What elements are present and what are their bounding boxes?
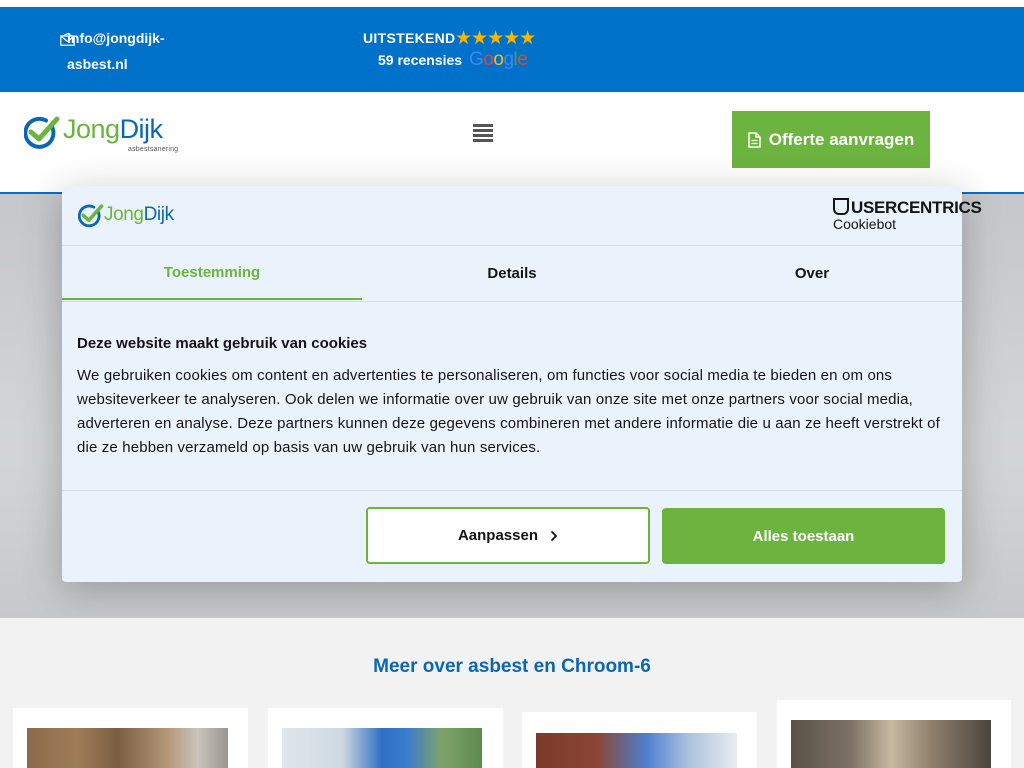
cookie-dialog-text: We gebruiken cookies om content en adver… (77, 367, 940, 456)
dialog-logo-wordmark: JongDijk (104, 204, 174, 225)
rating-label: UITSTEKEND (363, 30, 456, 46)
cookiebot-label: Cookiebot (833, 216, 897, 232)
section-title: Meer over asbest en Chroom-6 (373, 656, 651, 677)
checkmark-logo-icon (78, 204, 104, 228)
divider (62, 490, 962, 491)
tab-about[interactable]: Over (662, 246, 962, 300)
document-icon (748, 131, 761, 148)
article-card[interactable] (268, 708, 503, 768)
cookie-dialog-title: Deze website maakt gebruik van cookies (77, 335, 368, 352)
article-image (791, 720, 991, 768)
tab-details[interactable]: Details (362, 246, 662, 300)
logo-subtitle: asbestsanering (128, 146, 179, 153)
article-image (27, 728, 228, 768)
chevron-right-icon (550, 530, 558, 541)
article-card[interactable] (777, 700, 1011, 768)
customize-button[interactable]: Aanpassen (366, 507, 650, 564)
review-count[interactable]: 59 recensies (378, 52, 462, 68)
email-link[interactable]: info@jongdijk-asbest.nl (67, 25, 177, 77)
top-strip (0, 0, 1024, 7)
allow-all-button[interactable]: Alles toestaan (662, 508, 945, 564)
checkmark-logo-icon[interactable] (24, 116, 60, 150)
article-image (282, 728, 482, 768)
article-image (536, 733, 737, 768)
divider (62, 301, 962, 302)
usercentrics-logo[interactable]: USERCENTRICS (833, 198, 982, 218)
google-logo: Google (469, 49, 528, 70)
article-card[interactable] (522, 712, 757, 768)
rating-stars: ★★★★★ (455, 28, 536, 49)
shield-icon (833, 198, 849, 215)
request-quote-button[interactable]: Offerte aanvragen (732, 111, 930, 168)
logo-wordmark[interactable]: JongDijk (63, 114, 163, 145)
tab-consent[interactable]: Toestemming (62, 246, 362, 300)
hamburger-menu-icon[interactable] (473, 124, 493, 144)
article-card[interactable] (13, 708, 248, 768)
